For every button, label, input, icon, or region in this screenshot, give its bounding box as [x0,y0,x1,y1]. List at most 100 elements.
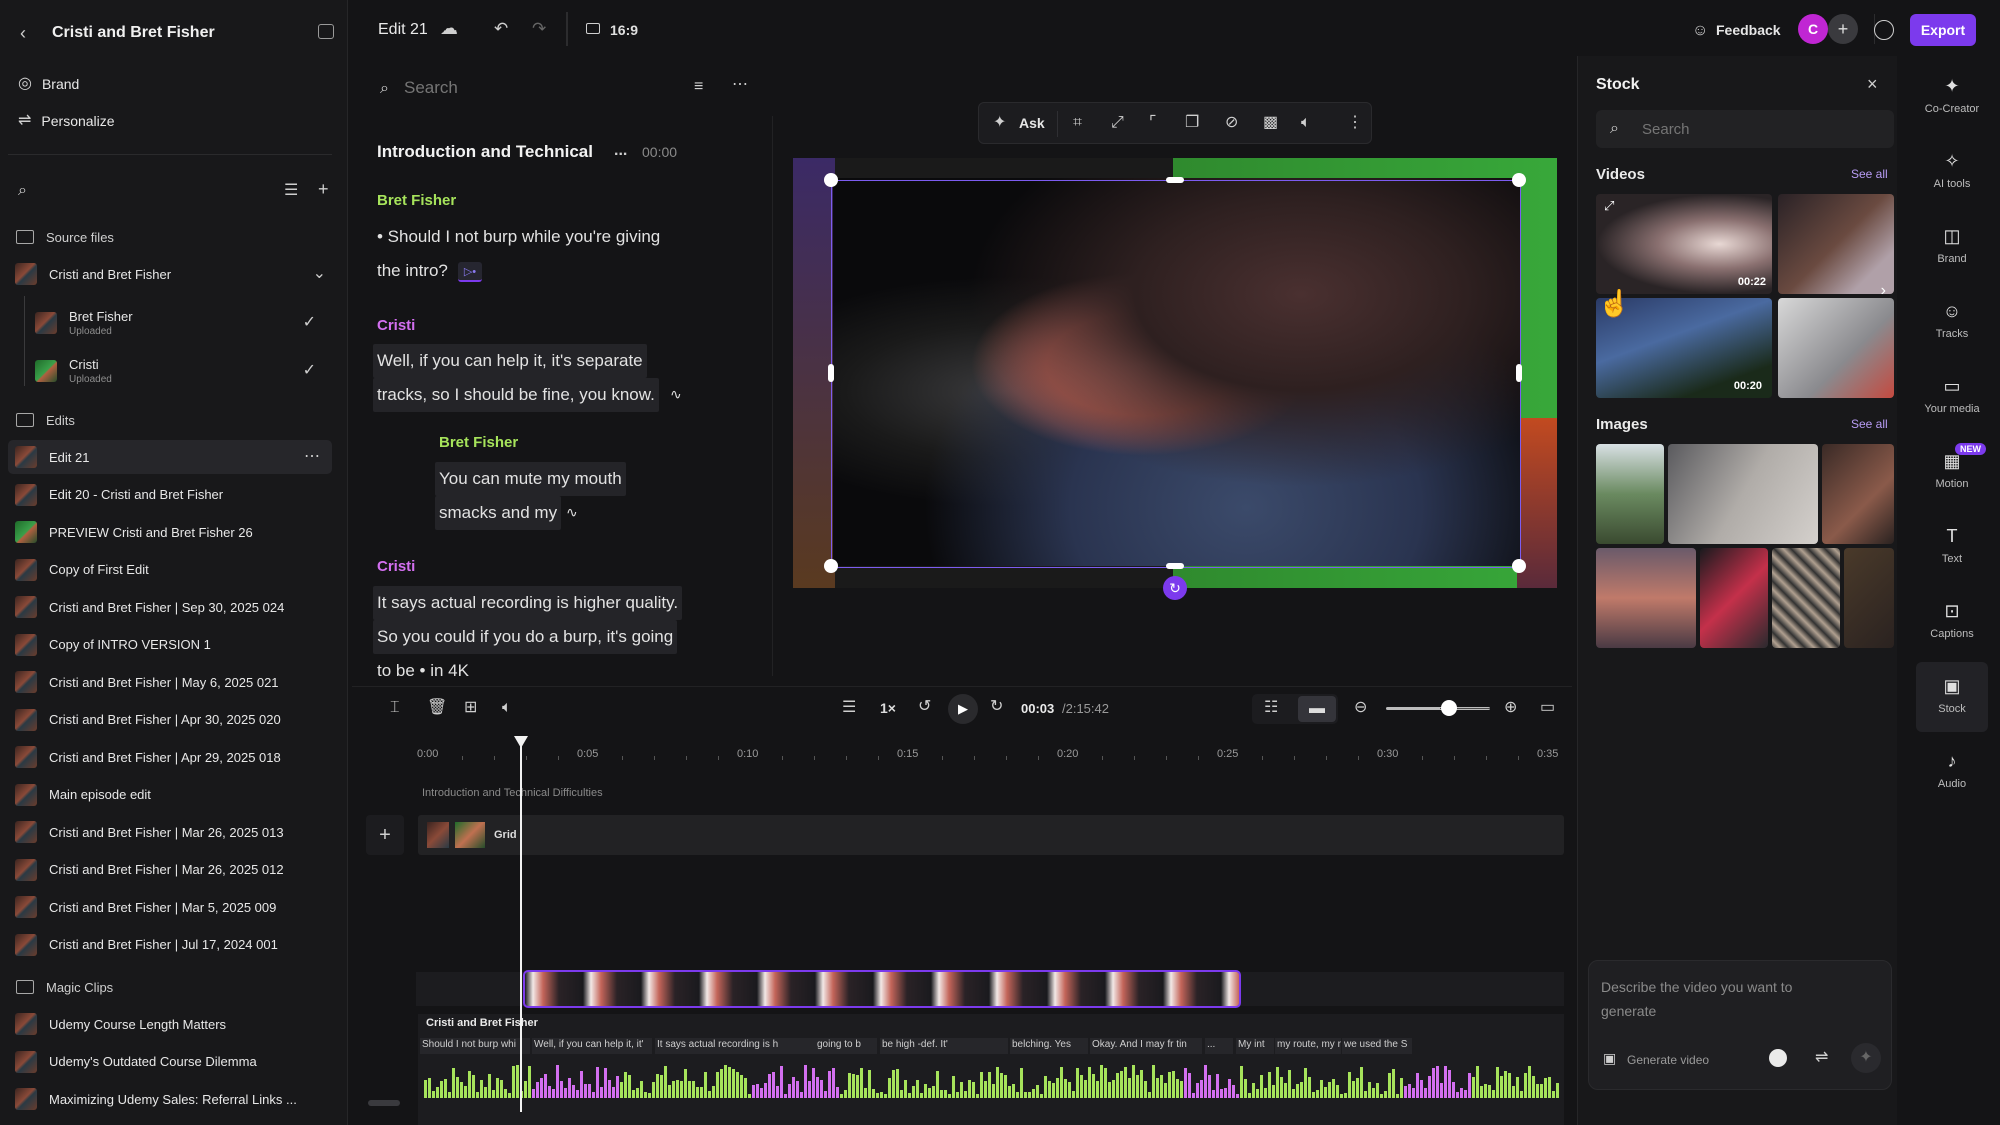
link-icon[interactable]: ⊘ [1225,115,1238,131]
rail-item-ai-tools[interactable]: ✧ AI tools [1916,151,1988,190]
edit-item[interactable]: Cristi and Bret Fisher | May 6, 2025 021 [12,665,332,699]
resize-handle[interactable] [824,173,838,187]
play-button[interactable]: ▶ [948,694,978,724]
model-icon[interactable] [1769,1049,1787,1067]
scrollbar[interactable] [368,1100,400,1106]
chevron-right-icon[interactable]: › [1881,282,1886,294]
rail-item-text[interactable]: T Text [1916,526,1988,565]
edit-item[interactable]: Cristi and Bret Fisher | Jul 17, 2024 00… [12,928,332,962]
chapter-more[interactable]: ... [614,142,627,160]
zoom-slider-thumb[interactable] [1441,700,1457,716]
generate-submit-icon[interactable]: ✦ [1851,1043,1881,1073]
rail-item-captions[interactable]: ⊡ Captions [1916,601,1988,640]
script-search-input[interactable] [404,76,604,100]
rail-item-co-creator[interactable]: ✦ Co-Creator [1916,76,1988,115]
transcript-line[interactable]: It says actual recording is higher quali… [373,586,683,620]
pause-marker[interactable]: ▷• [458,262,482,282]
speaker-label[interactable]: Cristi [377,317,415,334]
rail-item-stock[interactable]: ▣ Stock [1916,676,1988,715]
undo-icon[interactable]: ↶ [494,20,508,39]
transcript-line[interactable]: tracks, so I should be fine, you know. [373,378,659,412]
zoom-out-icon[interactable]: ⊖ [1354,700,1367,716]
playback-speed[interactable]: 1× [880,700,896,716]
rail-item-audio[interactable]: ♪ Audio [1916,751,1988,790]
brand-link[interactable]: ◎ Brand [12,67,332,101]
zoom-in-icon[interactable]: ⊕ [1504,700,1517,716]
edit-name[interactable]: Edit 21 [378,21,428,39]
split-icon[interactable]: ⌶ [390,700,400,716]
export-button[interactable]: Export [1910,14,1976,46]
image-thumbnail[interactable] [1772,548,1840,648]
video-thumbnail[interactable]: › [1778,194,1894,294]
rotate-handle-icon[interactable]: ↻ [1163,576,1187,600]
ask-button[interactable]: Ask [1019,115,1045,131]
list-icon[interactable]: ☰ [842,700,856,716]
rewind-5-icon[interactable]: ↺ [918,699,931,715]
personalize-link[interactable]: ⇌ Personalize [12,104,332,138]
volume-icon[interactable]: 🔈︎ [1301,115,1311,131]
folder-magic-clips[interactable]: Magic Clips [12,970,332,1004]
more-icon[interactable]: ⋯ [732,76,748,94]
transparency-icon[interactable]: ▩ [1263,115,1278,131]
add-layout-icon[interactable]: ⊞ [464,700,477,716]
edit-item[interactable]: Copy of First Edit [12,553,332,587]
source-group[interactable]: Cristi and Bret Fisher ⌄ [12,257,332,291]
source-item[interactable]: Bret Fisher Uploaded ✓ [32,304,316,342]
invite-button[interactable]: + [1828,14,1858,44]
transcript-chunk[interactable]: It says actual recording is h [655,1038,815,1054]
video-canvas[interactable] [793,158,1557,588]
search-icon[interactable]: ⌕ [18,182,27,200]
rail-item-tracks[interactable]: ☺ Tracks [1916,301,1988,340]
layers-icon[interactable]: ❐ [1185,115,1199,131]
resize-handle[interactable] [1512,173,1526,187]
rail-item-brand[interactable]: ◫ Brand [1916,226,1988,265]
comments-icon[interactable] [1874,20,1894,40]
chevron-down-icon[interactable]: ⌄ [313,266,326,282]
transcript-chunk[interactable]: we used the S [1342,1038,1412,1054]
transcript-chunk[interactable]: Okay. And I may fr tin [1090,1038,1202,1054]
track-view-icon[interactable]: ▬ [1298,696,1336,722]
image-thumbnail[interactable] [1596,444,1664,544]
more-icon[interactable]: ⋮ [1347,115,1363,131]
captions-toggle-icon[interactable]: ▭ [1540,700,1555,716]
resize-handle[interactable] [828,364,834,382]
resize-handle[interactable] [1166,563,1184,569]
transcript-line[interactable]: Well, if you can help it, it's separate [373,344,647,378]
expand-icon[interactable]: ⤢ [1111,115,1124,131]
broll-clip[interactable] [523,970,1241,1008]
edit-item[interactable]: Main episode edit [12,778,332,812]
video-thumbnail[interactable]: ⤢ 00:22 [1596,194,1772,294]
magic-clip-item[interactable]: Udemy's Outdated Course Dilemma [12,1045,332,1079]
add-track-button[interactable]: + [366,815,404,855]
speaker-label[interactable]: Bret Fisher [377,192,456,209]
edit-item[interactable]: Cristi and Bret Fisher | Sep 30, 2025 02… [12,590,332,624]
source-item[interactable]: Cristi Uploaded ✓ [32,352,316,390]
transcript-chunk[interactable]: Well, if you can help it, it' [532,1038,652,1054]
transcript-chunk[interactable]: belching. Yes [1010,1038,1088,1054]
transcript-chunk[interactable]: Should I not burp whi [420,1038,530,1054]
stack-icon[interactable]: ☰ [284,182,298,200]
generate-video-label[interactable]: Generate video [1627,1053,1709,1067]
image-thumbnail[interactable] [1668,444,1818,544]
back-icon[interactable]: ‹ [20,24,26,44]
collapse-sidebar-icon[interactable] [318,24,334,39]
playhead[interactable] [520,740,522,1112]
stock-search-input[interactable] [1642,119,1862,139]
close-icon[interactable]: × [1867,74,1878,95]
edit-item[interactable]: Edit 20 - Cristi and Bret Fisher [12,478,332,512]
generate-prompt-placeholder[interactable]: Describe the video you want to generate [1601,975,1841,1023]
transcript-chunk[interactable]: going to b [815,1038,877,1054]
more-icon[interactable]: ⋯ [304,449,320,465]
rail-item-motion[interactable]: ▦ Motion NEW [1916,443,1988,490]
edit-item[interactable]: Cristi and Bret Fisher | Mar 26, 2025 01… [12,815,332,849]
folder-edits[interactable]: Edits [12,403,332,437]
transcript-line[interactable]: So you could if you do a burp, it's goin… [373,620,678,654]
edit-item[interactable]: Cristi and Bret Fisher | Apr 29, 2025 01… [12,740,332,774]
videos-see-all[interactable]: See all [1851,167,1888,181]
image-thumbnail[interactable] [1844,548,1894,648]
settings-sliders-icon[interactable]: ⇌ [1815,1050,1828,1066]
corner-radius-icon[interactable]: ⌜ [1149,115,1157,131]
edit-item[interactable]: Cristi and Bret Fisher | Apr 30, 2025 02… [12,703,332,737]
edit-item[interactable]: PREVIEW Cristi and Bret Fisher 26 [12,515,332,549]
resize-handle[interactable] [1512,559,1526,573]
